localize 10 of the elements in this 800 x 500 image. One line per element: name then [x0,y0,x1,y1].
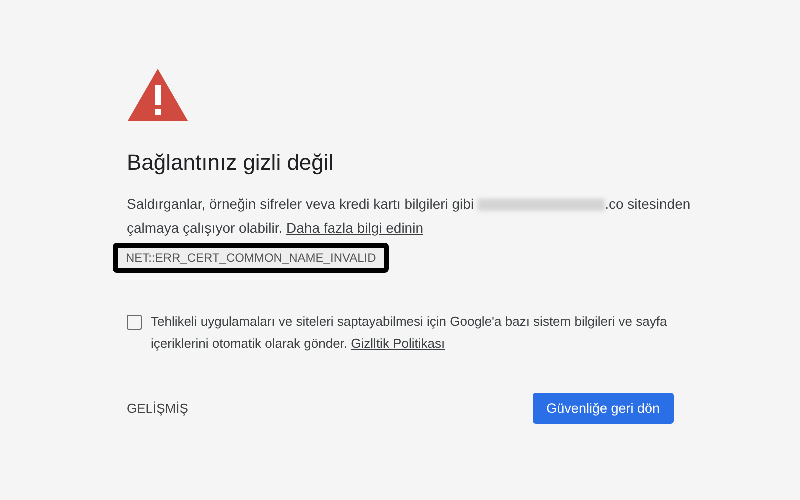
warning-message: Saldırganlar, örneğin sifreler veva kredi kartı bilgileri gibi .co sitesinden çalmaya çalışıyor olabilir. Daha fazla bilgi edinin [127,195,692,238]
back-to-safety-button[interactable]: Güvenliğe geri dön [532,393,674,424]
report-checkbox[interactable] [127,315,142,330]
advanced-button[interactable]: GELİŞMİŞ [127,401,188,416]
privacy-link[interactable]: Gizlltik Politikası [351,336,446,351]
warning-icon [127,68,189,122]
page-title: Bağlantınız gizli değil [127,149,335,177]
report-text: Tehlikeli uygulamaları ve siteleri saptayabilmesi için Google'a bazı sistem bilgileri ve sayfa içeriklerini otomatik olarak gönder. Gizlltik Politikası [151,313,668,353]
learn-more-link[interactable]: Daha fazla bilgi edinin [286,220,424,236]
error-code: NET::ERR_CERT_COMMON_NAME_INVALID [113,243,390,273]
